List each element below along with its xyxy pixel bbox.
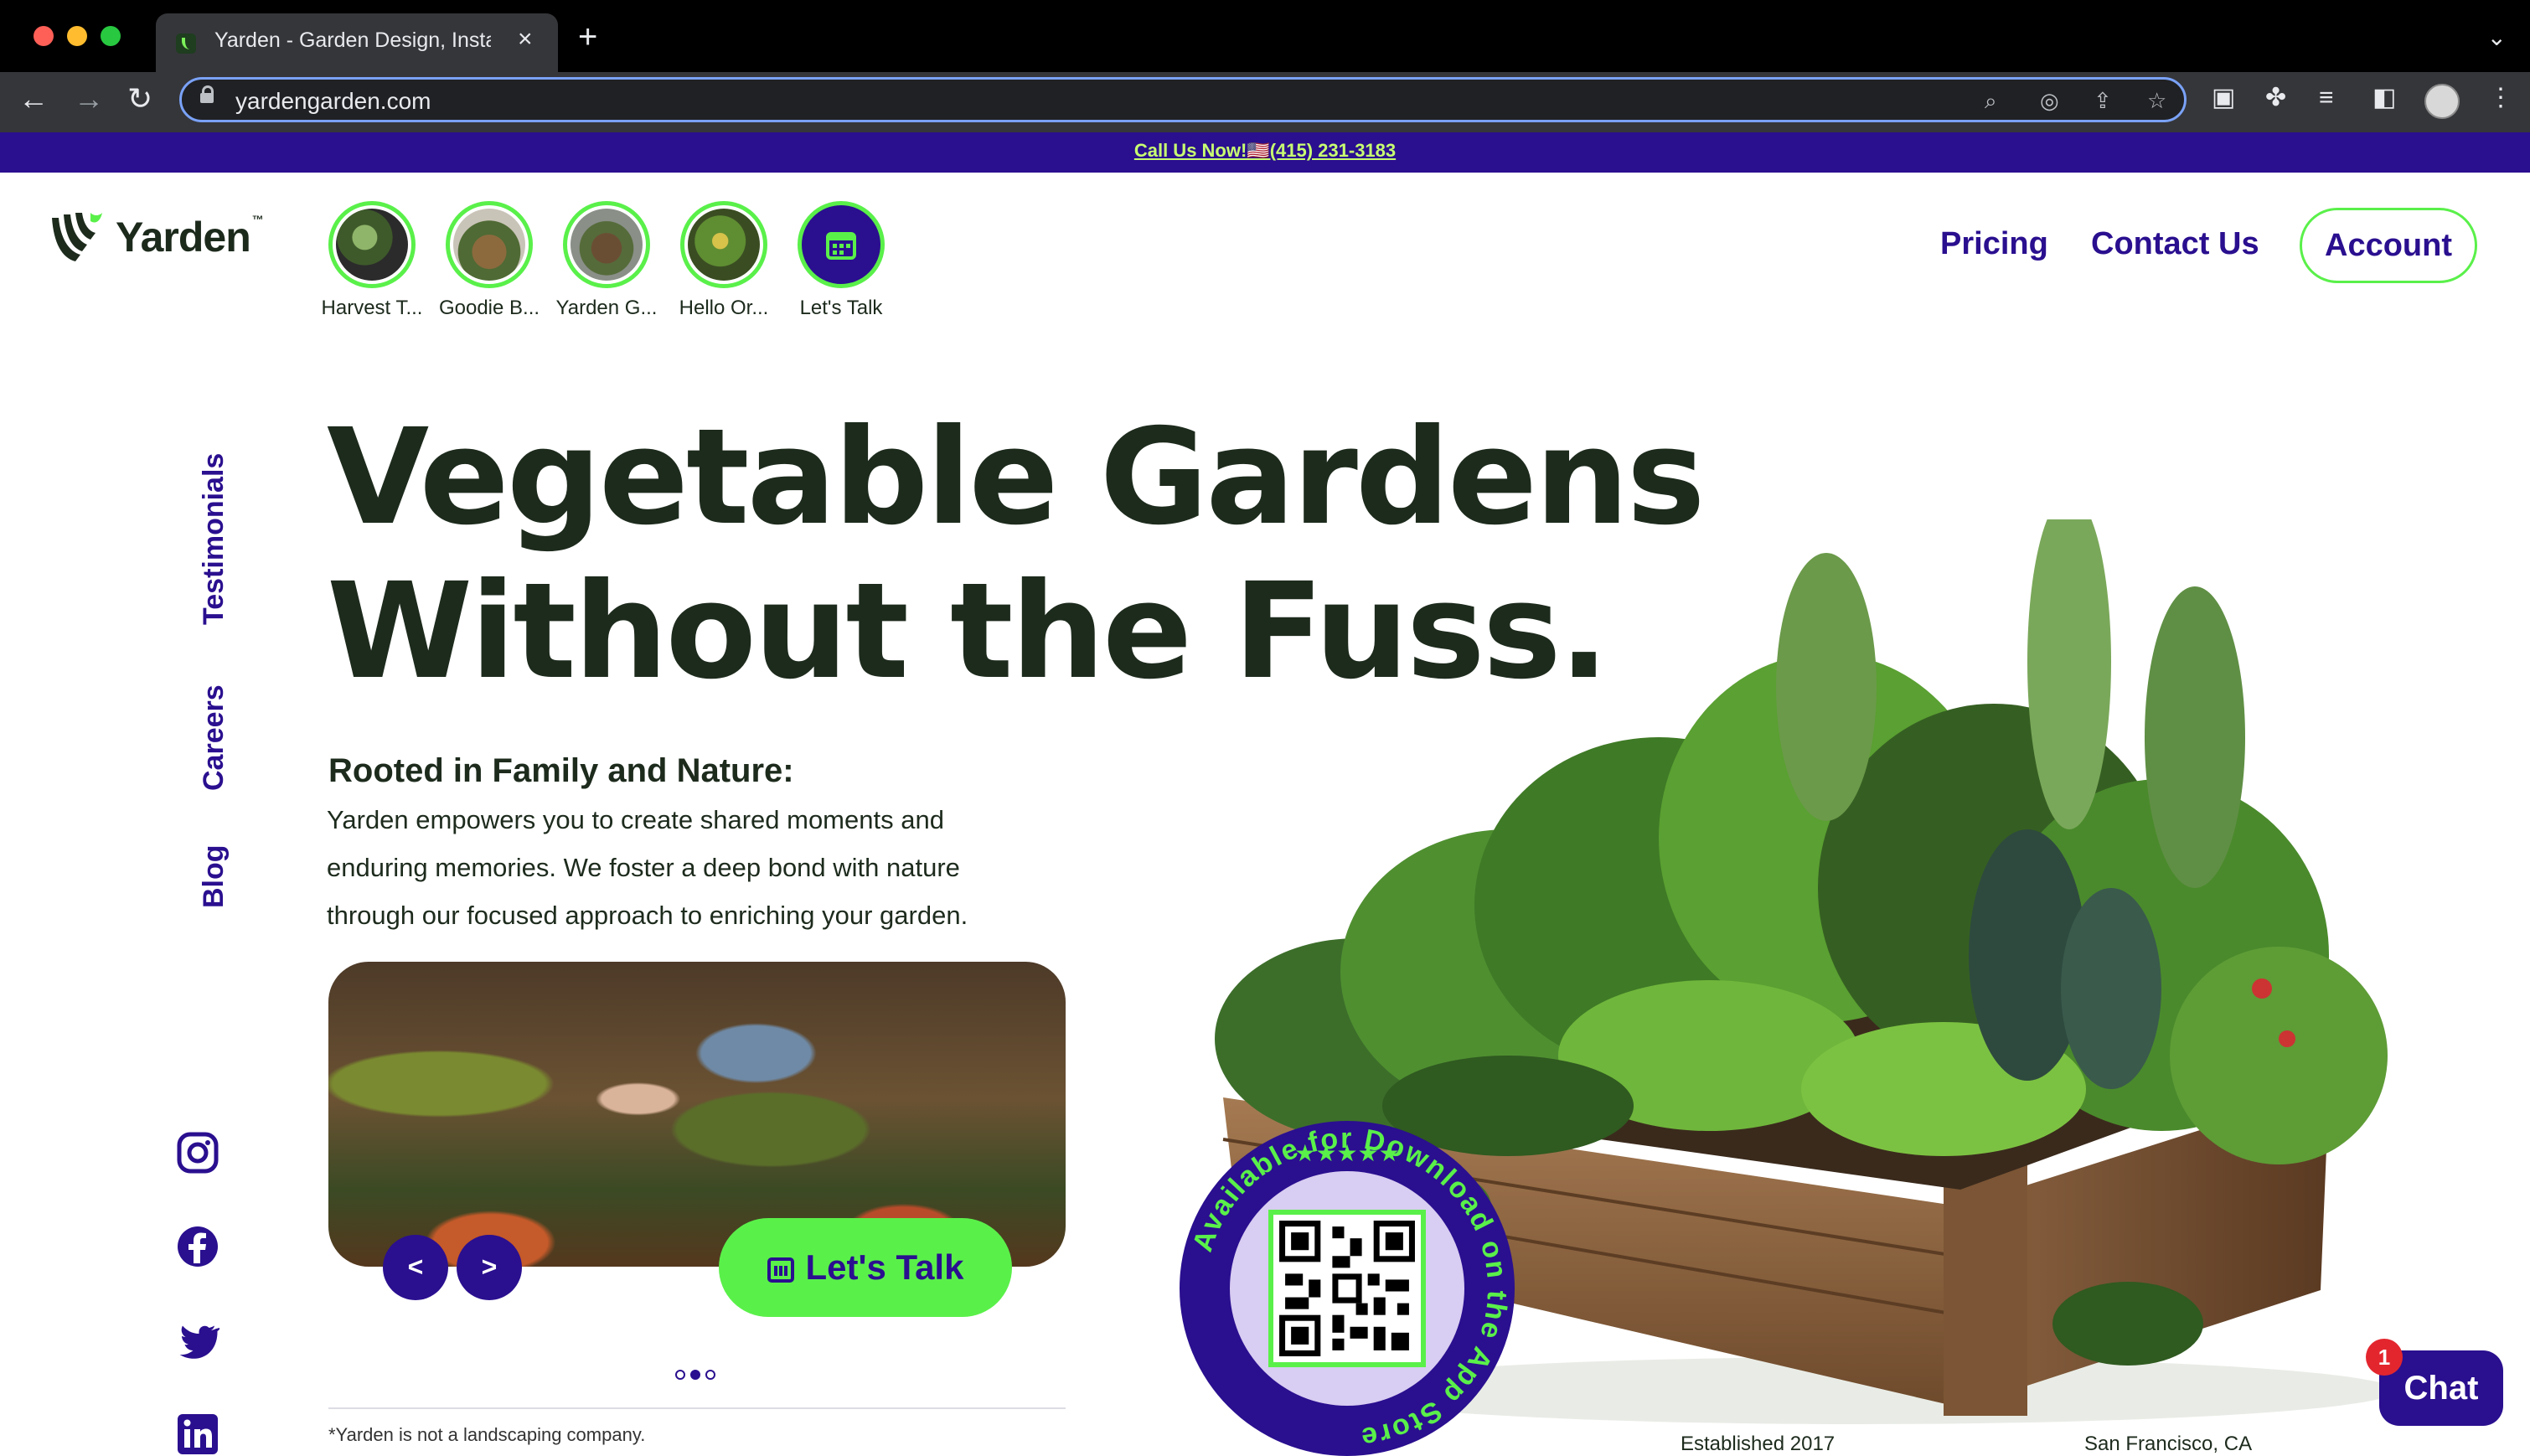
carousel-dot[interactable] [705, 1370, 715, 1380]
calendar-icon [826, 232, 856, 260]
tab-search-chevron-icon[interactable]: ⌄ [2487, 23, 2507, 51]
back-button[interactable]: ← [18, 84, 49, 114]
carousel-dot-active[interactable] [690, 1370, 700, 1380]
story-label: Hello Or... [679, 297, 769, 319]
nav-pricing-link[interactable]: Pricing [1940, 226, 2048, 262]
maximize-window-button[interactable] [101, 26, 121, 46]
carousel-next-button[interactable]: > [457, 1235, 522, 1300]
url-text[interactable]: yardengarden.com [235, 88, 431, 115]
account-button[interactable]: Account [2300, 208, 2477, 283]
browser-menu-icon[interactable]: ⋮ [2488, 85, 2513, 111]
logo-wordmark: Yarden ™ [116, 213, 264, 261]
carousel-dots [675, 1369, 720, 1384]
calendar-icon [767, 1257, 794, 1283]
tab-title: Yarden - Garden Design, Install [214, 28, 491, 52]
location-text: San Francisco, CA [2084, 1433, 2253, 1455]
site-logo[interactable]: Yarden ™ [47, 209, 264, 265]
hero-subheading: Rooted in Family and Nature: [328, 752, 794, 789]
twitter-icon[interactable] [176, 1319, 219, 1362]
story-thumbnail [563, 201, 650, 288]
story-label: Goodie B... [438, 297, 540, 319]
zoom-search-icon[interactable]: ⌕ [1985, 88, 1997, 115]
extensions-puzzle-icon[interactable]: ✤ [2265, 85, 2286, 111]
hero-description: Yarden empowers you to create shared mom… [327, 805, 968, 930]
tracking-protection-eye-icon[interactable]: ◎ [2040, 88, 2059, 114]
yarden-leaf-logo-icon [52, 213, 102, 261]
instagram-icon[interactable] [176, 1131, 219, 1175]
address-bar[interactable]: yardengarden.com ⌕ ◎ ⇪ ☆ [179, 77, 2187, 122]
lets-talk-button[interactable]: Let's Talk [719, 1218, 1012, 1317]
app-store-qr-badge[interactable]: Available for Download on the App Store … [1180, 1121, 1515, 1456]
divider [328, 1407, 1066, 1409]
rating-stars: ★★★★★ [1294, 1139, 1400, 1167]
story-label: Yarden G... [555, 297, 658, 319]
story-hello[interactable]: Hello Or... [669, 201, 778, 320]
story-label: Harvest T... [321, 297, 423, 319]
reload-button[interactable]: ↻ [127, 84, 152, 114]
bookmark-star-icon[interactable]: ☆ [2147, 88, 2166, 114]
browser-toolbar: ← → ↻ yardengarden.com ⌕ ◎ ⇪ ☆ ▣ ✤ ≡ ◧ ⋮ [0, 72, 2530, 132]
side-link-blog[interactable]: Blog [198, 844, 230, 908]
close-window-button[interactable] [34, 26, 54, 46]
profile-avatar[interactable] [2424, 84, 2460, 119]
call-us-link[interactable]: Call Us Now!🇺🇸(415) 231-3183 [1134, 140, 1396, 162]
media-control-icon[interactable]: ≡ [2319, 85, 2334, 111]
new-tab-button[interactable]: + [578, 20, 597, 54]
story-lets-talk[interactable]: Let's Talk [787, 201, 896, 320]
chat-notification-badge: 1 [2366, 1339, 2403, 1376]
lets-talk-label: Let's Talk [805, 1247, 964, 1287]
badge-curved-text: Available for Download on the App Store … [1186, 1123, 1513, 1453]
story-yarden-garden[interactable]: Yarden G... [552, 201, 661, 320]
story-harvest[interactable]: Harvest T... [318, 201, 426, 320]
linkedin-icon[interactable] [176, 1412, 219, 1456]
side-panel-icon[interactable]: ◧ [2373, 85, 2396, 111]
extension-icon[interactable]: ▣ [2212, 85, 2235, 111]
story-thumbnail [328, 201, 416, 288]
carousel-dot[interactable] [675, 1370, 685, 1380]
minimize-window-button[interactable] [67, 26, 87, 46]
story-thumbnail [680, 201, 767, 288]
nav-contact-link[interactable]: Contact Us [2091, 226, 2259, 262]
svg-text:Available for Download on the: Available for Download on the App Store [1186, 1123, 1513, 1453]
share-icon[interactable]: ⇪ [2094, 88, 2112, 114]
disclaimer-text: *Yarden is not a landscaping company. [328, 1424, 646, 1445]
story-goodie-box[interactable]: Goodie B... [435, 201, 544, 320]
browser-tab[interactable]: Yarden - Garden Design, Install × [156, 13, 558, 72]
facebook-icon[interactable] [176, 1225, 219, 1268]
yarden-favicon-icon [176, 34, 196, 54]
announcement-bar: Call Us Now!🇺🇸(415) 231-3183 [0, 132, 2530, 173]
story-label: Let's Talk [799, 297, 883, 319]
side-link-testimonials[interactable]: Testimonials [198, 453, 230, 625]
forward-button[interactable]: → [74, 84, 104, 114]
story-thumbnail [798, 201, 885, 288]
carousel-prev-button[interactable]: < [383, 1235, 448, 1300]
established-text: Established 2017 [1681, 1433, 1836, 1455]
story-thumbnail [446, 201, 533, 288]
side-link-careers[interactable]: Careers [198, 684, 230, 791]
tab-close-icon[interactable]: × [518, 25, 533, 54]
lock-icon[interactable] [200, 85, 214, 103]
browser-tab-strip: Yarden - Garden Design, Install × + ⌄ [0, 0, 2530, 72]
